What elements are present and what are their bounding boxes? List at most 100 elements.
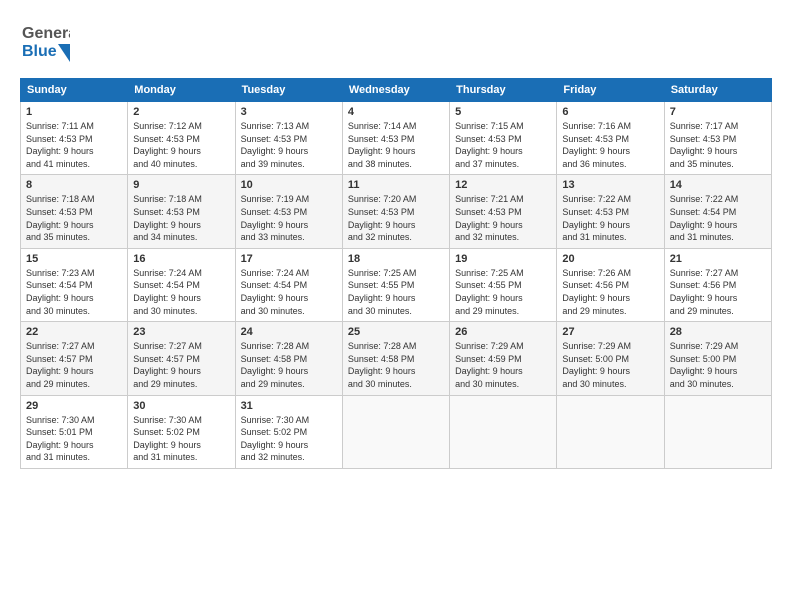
day-number: 16 [133,253,229,265]
day-detail: Sunrise: 7:11 AMSunset: 4:53 PMDaylight:… [26,120,122,170]
calendar-cell: 13Sunrise: 7:22 AMSunset: 4:53 PMDayligh… [557,175,664,248]
calendar-cell: 11 Sunrise: 7:20 AMSunset: 4:53 PMDayligh… [342,175,449,248]
day-detail: Sunrise: 7:29 AMSunset: 4:59 PMDaylight:… [455,340,551,390]
day-number: 20 [562,253,658,265]
calendar-cell: 1 Sunrise: 7:11 AMSunset: 4:53 PMDaylight… [21,102,128,175]
day-detail: Sunrise: 7:27 AMSunset: 4:56 PMDaylight:… [670,267,766,317]
day-detail: Sunrise: 7:18 AMSunset: 4:53 PMDaylight:… [133,193,229,243]
day-number: 12 [455,179,551,191]
calendar-header: SundayMondayTuesdayWednesdayThursdayFrid… [21,79,772,102]
calendar-cell [557,395,664,468]
calendar-cell: 4 Sunrise: 7:14 AMSunset: 4:53 PMDaylight… [342,102,449,175]
calendar-cell: 28 Sunrise: 7:29 AMSunset: 5:00 PMDayligh… [664,322,771,395]
weekday-header: Sunday [21,79,128,102]
day-number: 10 [241,179,337,191]
calendar-cell: 8 Sunrise: 7:18 AMSunset: 4:53 PMDaylight… [21,175,128,248]
calendar-cell: 26 Sunrise: 7:29 AMSunset: 4:59 PMDayligh… [450,322,557,395]
day-number: 8 [26,179,122,191]
calendar-cell: 30 Sunrise: 7:30 AMSunset: 5:02 PMDayligh… [128,395,235,468]
calendar-cell: 6 Sunrise: 7:16 AMSunset: 4:53 PMDaylight… [557,102,664,175]
day-number: 30 [133,400,229,412]
day-detail: Sunrise: 7:14 AMSunset: 4:53 PMDaylight:… [348,120,444,170]
calendar-cell: 15 Sunrise: 7:23 AMSunset: 4:54 PMDayligh… [21,248,128,321]
day-number: 25 [348,326,444,338]
calendar-cell: 16 Sunrise: 7:24 AMSunset: 4:54 PMDayligh… [128,248,235,321]
day-number: 7 [670,106,766,118]
svg-text:Blue: Blue [22,43,57,60]
day-detail: Sunrise: 7:26 AMSunset: 4:56 PMDaylight:… [562,267,658,317]
weekday-header: Saturday [664,79,771,102]
day-number: 17 [241,253,337,265]
day-detail: Sunrise: 7:29 AMSunset: 5:00 PMDaylight:… [670,340,766,390]
weekday-header: Monday [128,79,235,102]
day-number: 31 [241,400,337,412]
header: General Blue [20,16,772,66]
calendar-cell: 5 Sunrise: 7:15 AMSunset: 4:53 PMDaylight… [450,102,557,175]
calendar-cell: 23 Sunrise: 7:27 AMSunset: 4:57 PMDayligh… [128,322,235,395]
day-number: 26 [455,326,551,338]
day-number: 14 [670,179,766,191]
day-detail: Sunrise: 7:25 AMSunset: 4:55 PMDaylight:… [348,267,444,317]
day-number: 28 [670,326,766,338]
day-detail: Sunrise: 7:23 AMSunset: 4:54 PMDaylight:… [26,267,122,317]
day-detail: Sunrise: 7:27 AMSunset: 4:57 PMDaylight:… [133,340,229,390]
day-detail: Sunrise: 7:15 AMSunset: 4:53 PMDaylight:… [455,120,551,170]
day-detail: Sunrise: 7:29 AMSunset: 5:00 PMDaylight:… [562,340,658,390]
calendar-cell: 2Sunrise: 7:12 AMSunset: 4:53 PMDaylight… [128,102,235,175]
day-detail: Sunrise: 7:24 AMSunset: 4:54 PMDaylight:… [133,267,229,317]
day-detail: Sunrise: 7:28 AMSunset: 4:58 PMDaylight:… [241,340,337,390]
weekday-header: Wednesday [342,79,449,102]
day-number: 1 [26,106,122,118]
calendar-cell: 18 Sunrise: 7:25 AMSunset: 4:55 PMDayligh… [342,248,449,321]
day-detail: Sunrise: 7:18 AMSunset: 4:53 PMDaylight:… [26,193,122,243]
day-detail: Sunrise: 7:30 AMSunset: 5:02 PMDaylight:… [241,414,337,464]
calendar-cell: 31 Sunrise: 7:30 AMSunset: 5:02 PMDayligh… [235,395,342,468]
day-number: 13 [562,179,658,191]
day-number: 9 [133,179,229,191]
svg-text:General: General [22,25,70,42]
day-number: 21 [670,253,766,265]
day-number: 27 [562,326,658,338]
calendar-cell: 21 Sunrise: 7:27 AMSunset: 4:56 PMDayligh… [664,248,771,321]
day-detail: Sunrise: 7:16 AMSunset: 4:53 PMDaylight:… [562,120,658,170]
day-detail: Sunrise: 7:25 AMSunset: 4:55 PMDaylight:… [455,267,551,317]
day-number: 3 [241,106,337,118]
day-number: 4 [348,106,444,118]
logo: General Blue [20,16,70,66]
day-detail: Sunrise: 7:22 AMSunset: 4:54 PMDaylight:… [670,193,766,243]
day-detail: Sunrise: 7:30 AMSunset: 5:02 PMDaylight:… [133,414,229,464]
day-detail: Sunrise: 7:27 AMSunset: 4:57 PMDaylight:… [26,340,122,390]
calendar-cell: 25 Sunrise: 7:28 AMSunset: 4:58 PMDayligh… [342,322,449,395]
day-number: 18 [348,253,444,265]
day-number: 29 [26,400,122,412]
day-detail: Sunrise: 7:13 AMSunset: 4:53 PMDaylight:… [241,120,337,170]
day-number: 15 [26,253,122,265]
day-number: 24 [241,326,337,338]
calendar-cell: 14 Sunrise: 7:22 AMSunset: 4:54 PMDayligh… [664,175,771,248]
calendar-cell: 12 Sunrise: 7:21 AMSunset: 4:53 PMDayligh… [450,175,557,248]
day-detail: Sunrise: 7:30 AMSunset: 5:01 PMDaylight:… [26,414,122,464]
calendar-cell: 10 Sunrise: 7:19 AMSunset: 4:53 PMDayligh… [235,175,342,248]
calendar-cell: 22 Sunrise: 7:27 AMSunset: 4:57 PMDayligh… [21,322,128,395]
calendar-cell: 29 Sunrise: 7:30 AMSunset: 5:01 PMDayligh… [21,395,128,468]
day-number: 5 [455,106,551,118]
calendar-cell: 19 Sunrise: 7:25 AMSunset: 4:55 PMDayligh… [450,248,557,321]
day-number: 11 [348,179,444,191]
day-detail: Sunrise: 7:19 AMSunset: 4:53 PMDaylight:… [241,193,337,243]
day-number: 22 [26,326,122,338]
day-detail: Sunrise: 7:24 AMSunset: 4:54 PMDaylight:… [241,267,337,317]
day-number: 6 [562,106,658,118]
day-detail: Sunrise: 7:20 AMSunset: 4:53 PMDaylight:… [348,193,444,243]
day-number: 23 [133,326,229,338]
calendar-cell: 24 Sunrise: 7:28 AMSunset: 4:58 PMDayligh… [235,322,342,395]
day-number: 19 [455,253,551,265]
calendar-cell [342,395,449,468]
day-detail: Sunrise: 7:28 AMSunset: 4:58 PMDaylight:… [348,340,444,390]
calendar-table: SundayMondayTuesdayWednesdayThursdayFrid… [20,78,772,469]
calendar-cell [664,395,771,468]
day-detail: Sunrise: 7:21 AMSunset: 4:53 PMDaylight:… [455,193,551,243]
calendar-cell: 17 Sunrise: 7:24 AMSunset: 4:54 PMDayligh… [235,248,342,321]
weekday-header: Friday [557,79,664,102]
calendar-cell: 3 Sunrise: 7:13 AMSunset: 4:53 PMDaylight… [235,102,342,175]
calendar-cell: 27 Sunrise: 7:29 AMSunset: 5:00 PMDayligh… [557,322,664,395]
